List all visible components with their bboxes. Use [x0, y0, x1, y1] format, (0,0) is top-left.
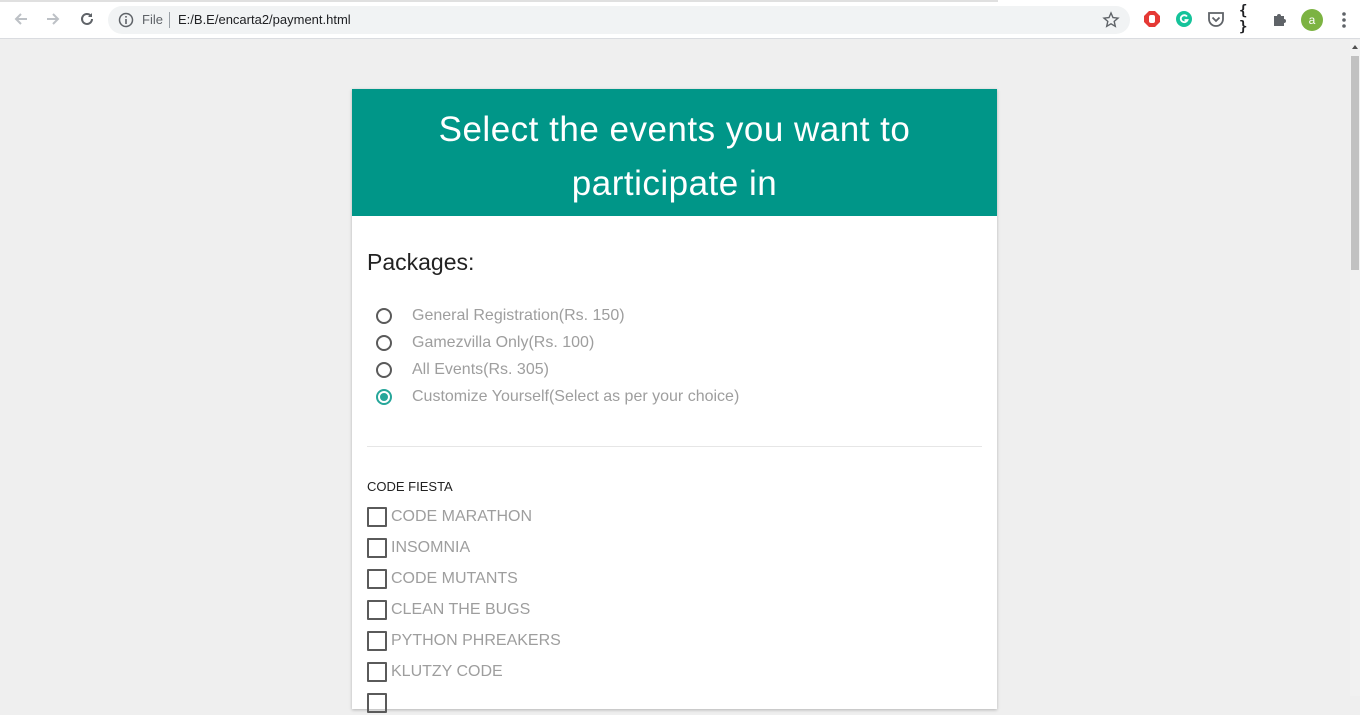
event-option-clean-the-bugs[interactable]: CLEAN THE BUGS — [367, 598, 530, 622]
checkbox[interactable] — [367, 507, 387, 527]
pocket-icon[interactable] — [1207, 10, 1225, 28]
radio-button[interactable] — [376, 335, 392, 351]
package-label[interactable]: All Events(Rs. 305) — [412, 361, 549, 379]
event-label[interactable]: PYTHON PHREAKERS — [391, 632, 561, 650]
package-option-gamezvilla[interactable]: Gamezvilla Only(Rs. 100) — [376, 332, 594, 354]
card-header: Select the events you want to participat… — [352, 89, 997, 216]
event-option-insomnia[interactable]: INSOMNIA — [367, 536, 470, 560]
back-button[interactable] — [10, 8, 32, 30]
package-label[interactable]: Gamezvilla Only(Rs. 100) — [412, 334, 594, 352]
reload-button[interactable] — [76, 8, 98, 30]
packages-title: Packages: — [367, 249, 475, 275]
address-bar[interactable]: File E:/B.E/encarta2/payment.html — [108, 6, 1130, 34]
forward-button[interactable] — [42, 8, 64, 30]
checkbox[interactable] — [367, 693, 387, 713]
event-label[interactable]: KLUTZY CODE — [391, 663, 503, 681]
package-option-customize[interactable]: Customize Yourself(Select as per your ch… — [376, 386, 739, 408]
forward-arrow-icon — [47, 13, 60, 25]
radio-button[interactable] — [376, 362, 392, 378]
scrollbar-thumb[interactable] — [1351, 56, 1359, 270]
event-label[interactable]: CLEAN THE BUGS — [391, 601, 530, 619]
profile-avatar[interactable]: a — [1301, 9, 1323, 31]
browser-toolbar: File E:/B.E/encarta2/payment.html { } a — [0, 0, 1360, 39]
event-label[interactable]: CODE MARATHON — [391, 508, 532, 526]
section-divider — [367, 446, 982, 447]
event-label[interactable]: CODE MUTANTS — [391, 570, 518, 588]
checkbox[interactable] — [367, 600, 387, 620]
reload-icon — [81, 12, 93, 25]
radio-button-selected[interactable] — [376, 389, 392, 405]
card-title: Select the events you want to participat… — [438, 110, 911, 203]
scheme-label: File — [142, 12, 163, 27]
event-option-code-marathon[interactable]: CODE MARATHON — [367, 505, 532, 529]
address-separator — [169, 12, 170, 28]
adblock-icon[interactable] — [1143, 10, 1161, 28]
page-load-progress — [0, 0, 998, 2]
package-label[interactable]: General Registration(Rs. 150) — [412, 307, 625, 325]
radio-button[interactable] — [376, 308, 392, 324]
event-option-code-mutants[interactable]: CODE MUTANTS — [367, 567, 518, 591]
checkbox[interactable] — [367, 662, 387, 682]
package-option-general[interactable]: General Registration(Rs. 150) — [376, 305, 625, 327]
scroll-up-icon[interactable] — [1350, 40, 1360, 54]
event-option-next[interactable] — [367, 691, 387, 715]
url-text[interactable]: E:/B.E/encarta2/payment.html — [178, 12, 351, 27]
checkbox[interactable] — [367, 569, 387, 589]
json-viewer-icon[interactable]: { } — [1239, 3, 1257, 35]
puzzle-icon[interactable] — [1271, 10, 1289, 28]
bookmark-star-icon[interactable] — [1102, 11, 1120, 29]
more-menu-icon[interactable] — [1336, 10, 1352, 30]
info-icon[interactable] — [118, 12, 134, 28]
checkbox[interactable] — [367, 631, 387, 651]
event-option-python-phreakers[interactable]: PYTHON PHREAKERS — [367, 629, 561, 653]
event-selection-card: Select the events you want to participat… — [352, 89, 997, 713]
grammarly-icon[interactable] — [1175, 10, 1193, 28]
checkbox[interactable] — [367, 538, 387, 558]
page-scrollbar[interactable] — [1350, 40, 1360, 696]
package-label[interactable]: Customize Yourself(Select as per your ch… — [412, 388, 739, 406]
event-option-klutzy-code[interactable]: KLUTZY CODE — [367, 660, 503, 684]
event-label[interactable]: INSOMNIA — [391, 539, 470, 557]
group-title: CODE FIESTA — [367, 479, 453, 494]
package-option-all-events[interactable]: All Events(Rs. 305) — [376, 359, 549, 381]
back-arrow-icon — [14, 13, 27, 25]
